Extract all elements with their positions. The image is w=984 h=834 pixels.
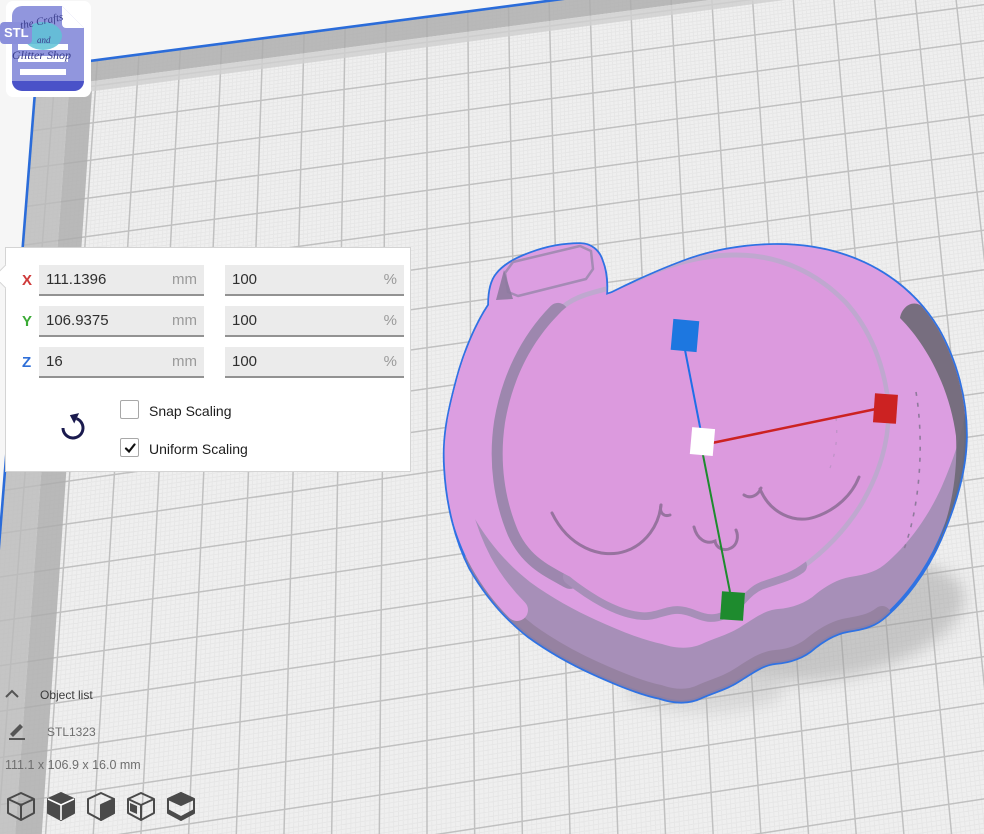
svg-text:and: and	[37, 35, 51, 45]
svg-text:Glitter Shop: Glitter Shop	[12, 48, 71, 62]
